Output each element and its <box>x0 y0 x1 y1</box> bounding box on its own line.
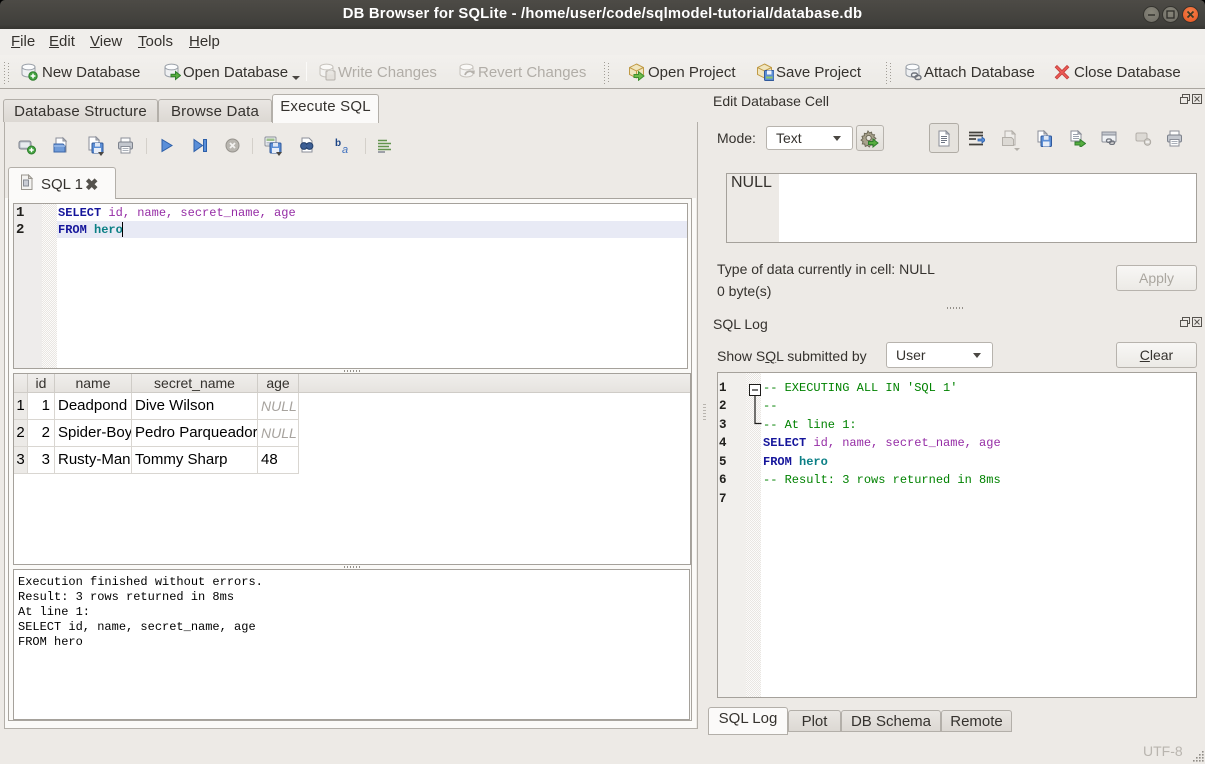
svg-text:a: a <box>342 144 348 155</box>
svg-text:b: b <box>335 138 341 149</box>
